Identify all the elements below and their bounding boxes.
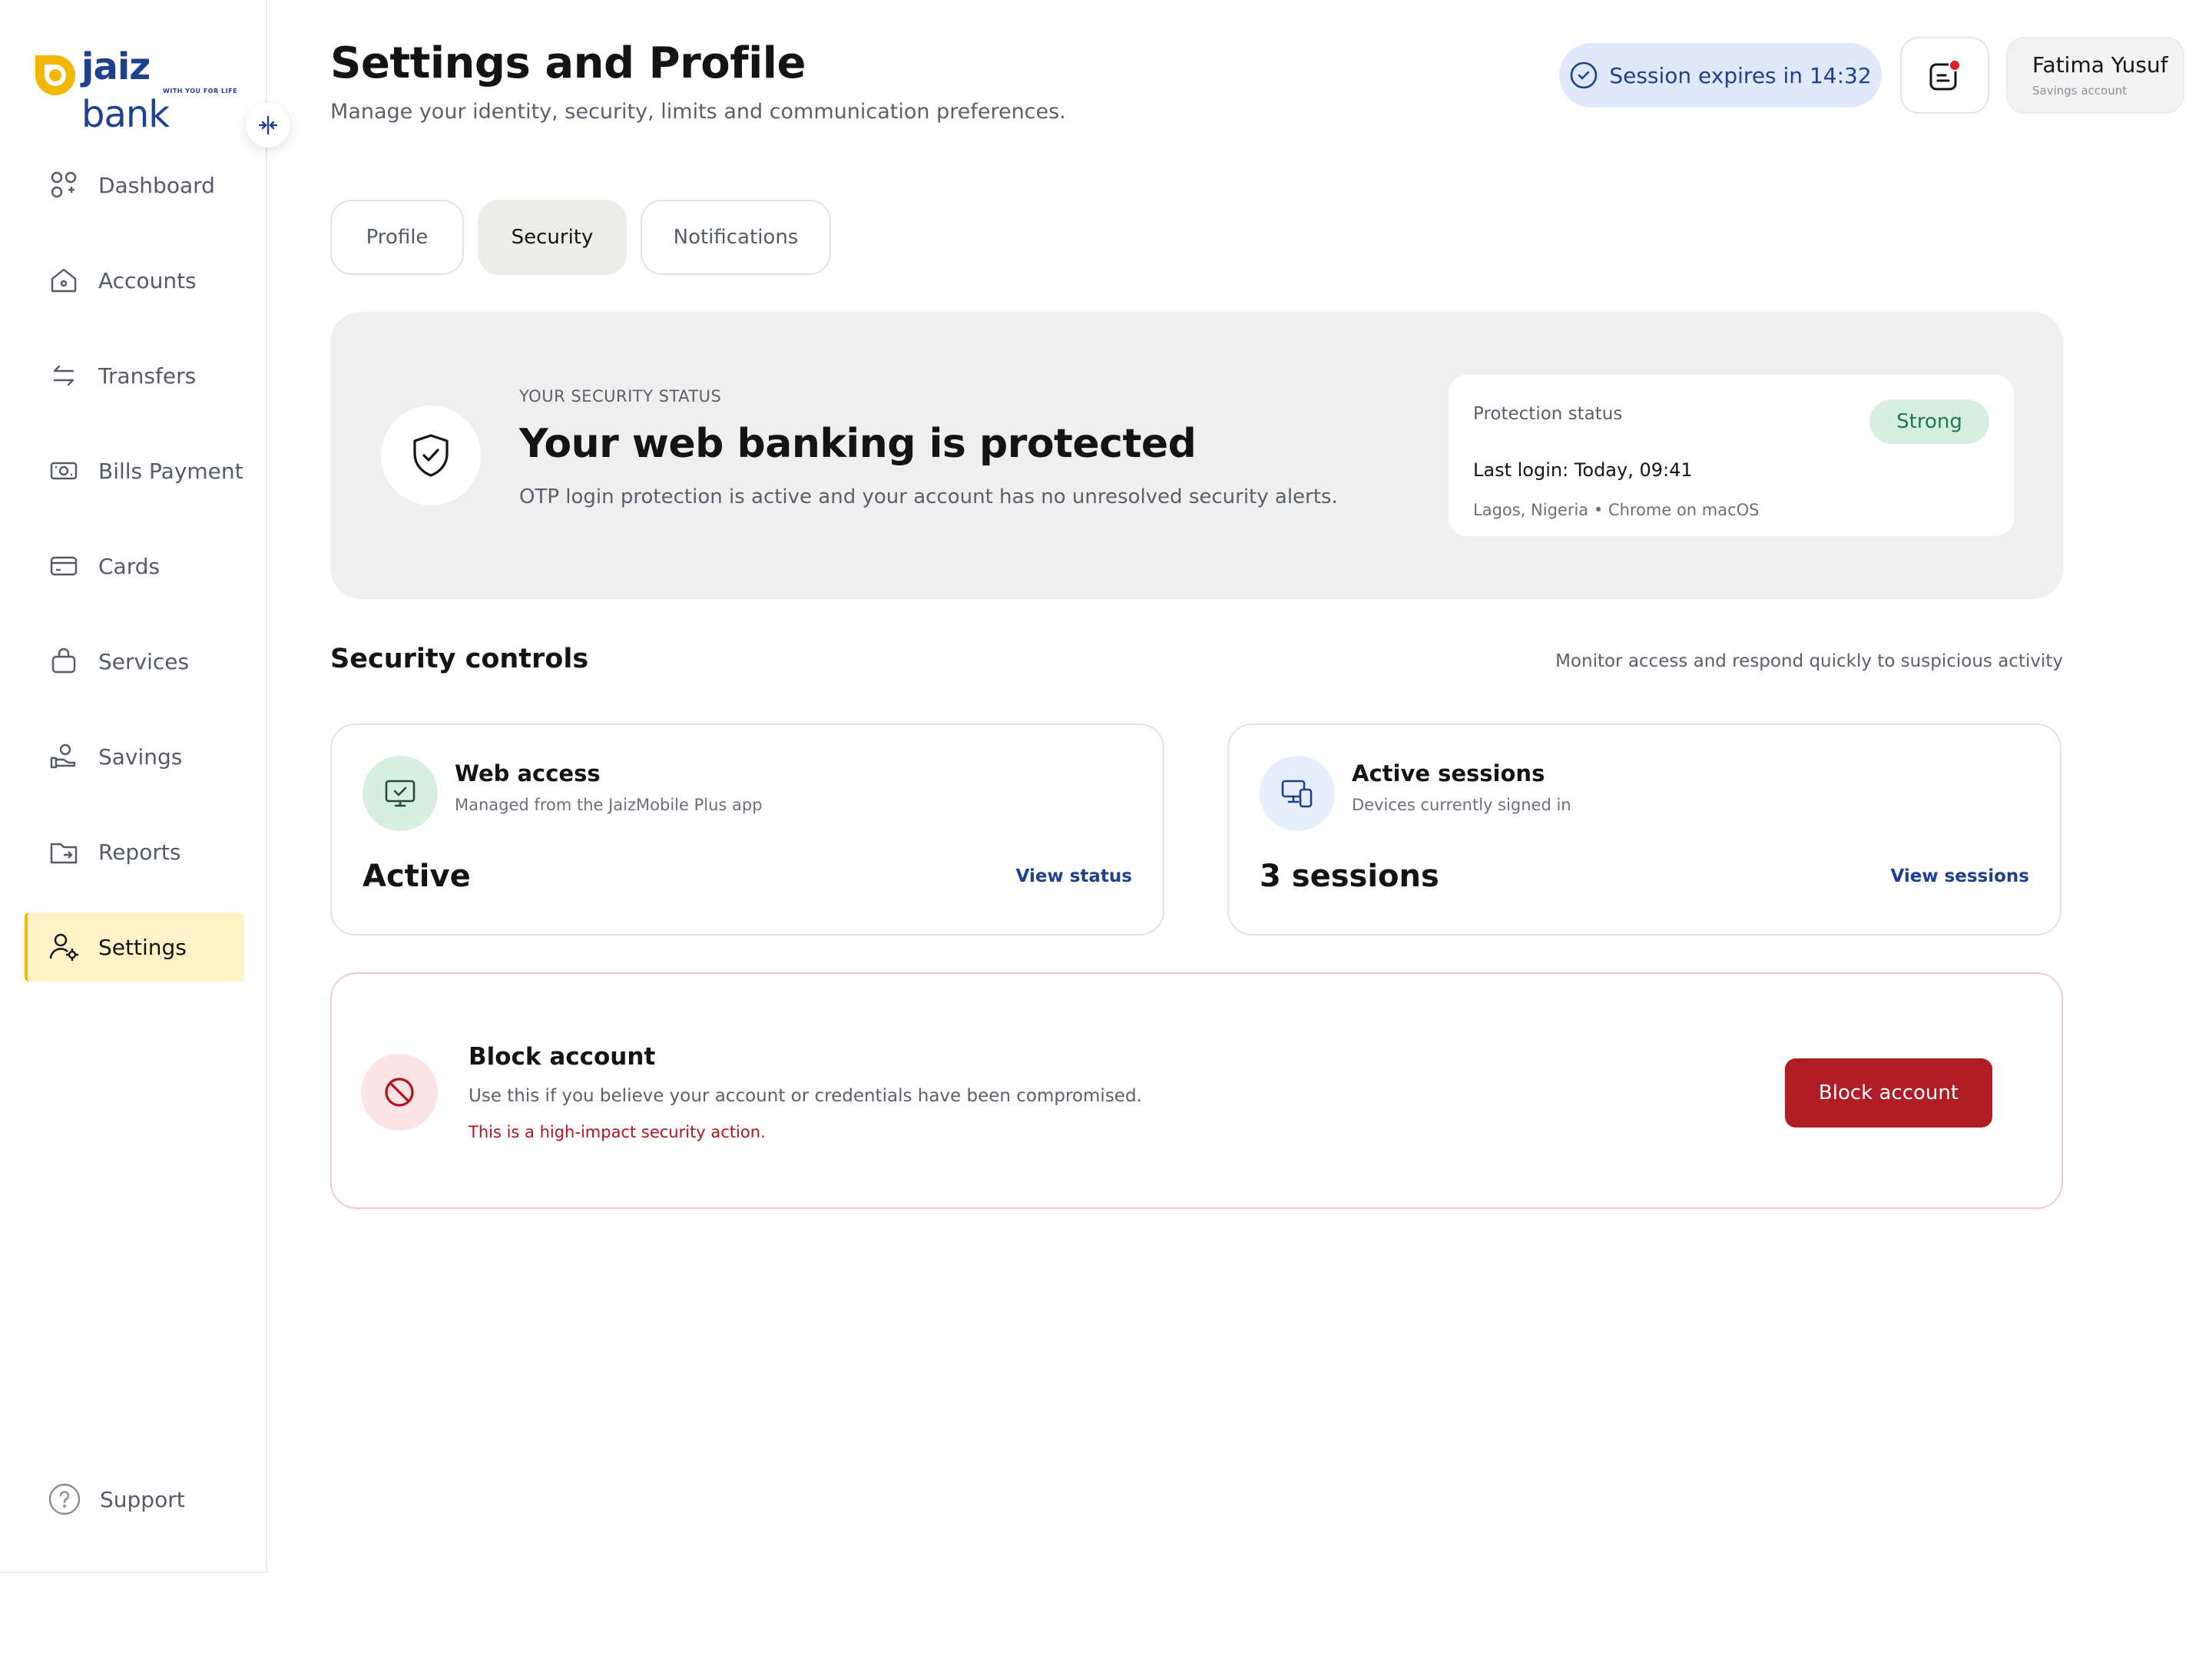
sidebar-collapse-button[interactable]: [246, 103, 290, 147]
sidebar-item-cards[interactable]: Cards: [25, 531, 244, 601]
status-eyebrow: YOUR SECURITY STATUS: [519, 387, 722, 406]
card-title: Active sessions: [1352, 760, 1545, 786]
card-value: Active: [363, 859, 471, 894]
shield-check-icon: [413, 434, 449, 477]
sidebar-item-savings[interactable]: Savings: [25, 722, 244, 791]
user-gear-icon: [48, 931, 80, 963]
prohibited-icon: [385, 1078, 414, 1107]
security-status-panel: YOUR SECURITY STATUS Your web banking is…: [330, 312, 2063, 599]
section-hint: Monitor access and respond quickly to su…: [1555, 651, 2063, 671]
home-icon: [48, 264, 80, 296]
status-description: OTP login protection is active and your …: [519, 485, 1338, 508]
sidebar-item-settings[interactable]: Settings: [25, 912, 244, 982]
collapse-icon: [258, 115, 278, 135]
sidebar-item-label: Services: [98, 648, 190, 674]
tab-profile[interactable]: Profile: [330, 200, 464, 275]
card-title: Web access: [455, 760, 601, 786]
block-description: Use this if you believe your account or …: [469, 1086, 1142, 1106]
card-value: 3 sessions: [1260, 859, 1439, 894]
protection-status-card: Protection status Strong Last login: Tod…: [1449, 375, 2014, 536]
user-name: Fatima Yusuf: [2032, 52, 2168, 78]
sidebar-item-dashboard[interactable]: Dashboard: [25, 151, 244, 220]
block-title: Block account: [469, 1043, 656, 1071]
sidebar-item-reports[interactable]: Reports: [25, 817, 244, 886]
page-subtitle: Manage your identity, security, limits a…: [330, 100, 1066, 124]
block-account-card: Block account Use this if you believe yo…: [330, 972, 2063, 1209]
protection-level-badge: Strong: [1869, 399, 1989, 444]
sidebar-item-label: Accounts: [98, 267, 197, 293]
status-title: Your web banking is protected: [519, 421, 1197, 467]
clock-icon: [1571, 61, 1598, 89]
card-icon: [48, 550, 80, 582]
brand-logo[interactable]: jaiz bank WITH YOU FOR LIFE: [25, 45, 246, 136]
savings-hand-icon: [48, 740, 80, 773]
sidebar-item-label: Cards: [98, 553, 161, 579]
user-profile-menu[interactable]: Fatima Yusuf Savings account: [2006, 37, 2184, 114]
settings-tabs: Profile Security Notifications: [330, 200, 831, 275]
help-circle-icon: [48, 1483, 81, 1515]
sessions-icon-badge: [1260, 756, 1335, 831]
session-text: Session expires in 14:32: [1609, 62, 1872, 88]
last-login: Last login: Today, 09:41: [1473, 459, 1693, 481]
bill-icon: [48, 455, 80, 487]
block-account-button[interactable]: Block account: [1785, 1058, 1992, 1128]
card-subtitle: Managed from the JaizMobile Plus app: [455, 796, 763, 814]
card-subtitle: Devices currently signed in: [1352, 796, 1571, 814]
view-sessions-link[interactable]: View sessions: [1890, 866, 2029, 886]
monitor-check-icon: [385, 780, 416, 807]
web-access-icon-badge: [363, 756, 438, 831]
folder-icon: [48, 836, 80, 868]
sidebar-item-label: Savings: [98, 743, 183, 770]
sidebar-nav: Dashboard Accounts Transfers Bills Payme…: [25, 151, 244, 1008]
sidebar-item-bills-payment[interactable]: Bills Payment: [25, 436, 244, 505]
sidebar: jaiz bank WITH YOU FOR LIFE Dashboard Ac…: [0, 0, 267, 1573]
devices-icon: [1281, 780, 1313, 808]
view-status-link[interactable]: View status: [1016, 866, 1132, 886]
sidebar-item-label: Bills Payment: [98, 458, 243, 484]
sidebar-item-label: Transfers: [98, 363, 197, 389]
transfer-arrows-icon: [48, 359, 80, 392]
notification-icon: [1929, 59, 1961, 91]
active-sessions-card: Active sessions Devices currently signed…: [1227, 724, 2061, 935]
sidebar-item-label: Reports: [98, 839, 181, 865]
page-title: Settings and Profile: [330, 38, 806, 88]
session-timer: Session expires in 14:32: [1559, 43, 1882, 108]
web-access-card: Web access Managed from the JaizMobile P…: [330, 724, 1164, 935]
protection-label: Protection status: [1473, 404, 1623, 424]
dashboard-icon: [48, 169, 80, 201]
sidebar-item-accounts[interactable]: Accounts: [25, 246, 244, 315]
sidebar-item-services[interactable]: Services: [25, 627, 244, 696]
login-location: Lagos, Nigeria • Chrome on macOS: [1473, 501, 1760, 519]
brand-tagline: WITH YOU FOR LIFE: [163, 88, 238, 94]
sidebar-item-label: Dashboard: [98, 172, 215, 198]
support-label: Support: [100, 1486, 185, 1512]
block-warning: This is a high-impact security action.: [469, 1123, 766, 1141]
sidebar-item-transfers[interactable]: Transfers: [25, 341, 244, 410]
notifications-button[interactable]: [1900, 37, 1989, 114]
tab-security[interactable]: Security: [478, 200, 627, 275]
support-link[interactable]: Support: [48, 1482, 185, 1516]
block-icon-badge: [361, 1054, 438, 1131]
bag-icon: [48, 645, 80, 677]
tab-notifications[interactable]: Notifications: [641, 200, 831, 275]
section-title: Security controls: [330, 644, 589, 674]
sidebar-item-label: Settings: [98, 934, 187, 960]
user-account-type: Savings account: [2032, 84, 2128, 98]
jaiz-logo-icon: [29, 55, 75, 95]
shield-badge: [381, 406, 481, 505]
